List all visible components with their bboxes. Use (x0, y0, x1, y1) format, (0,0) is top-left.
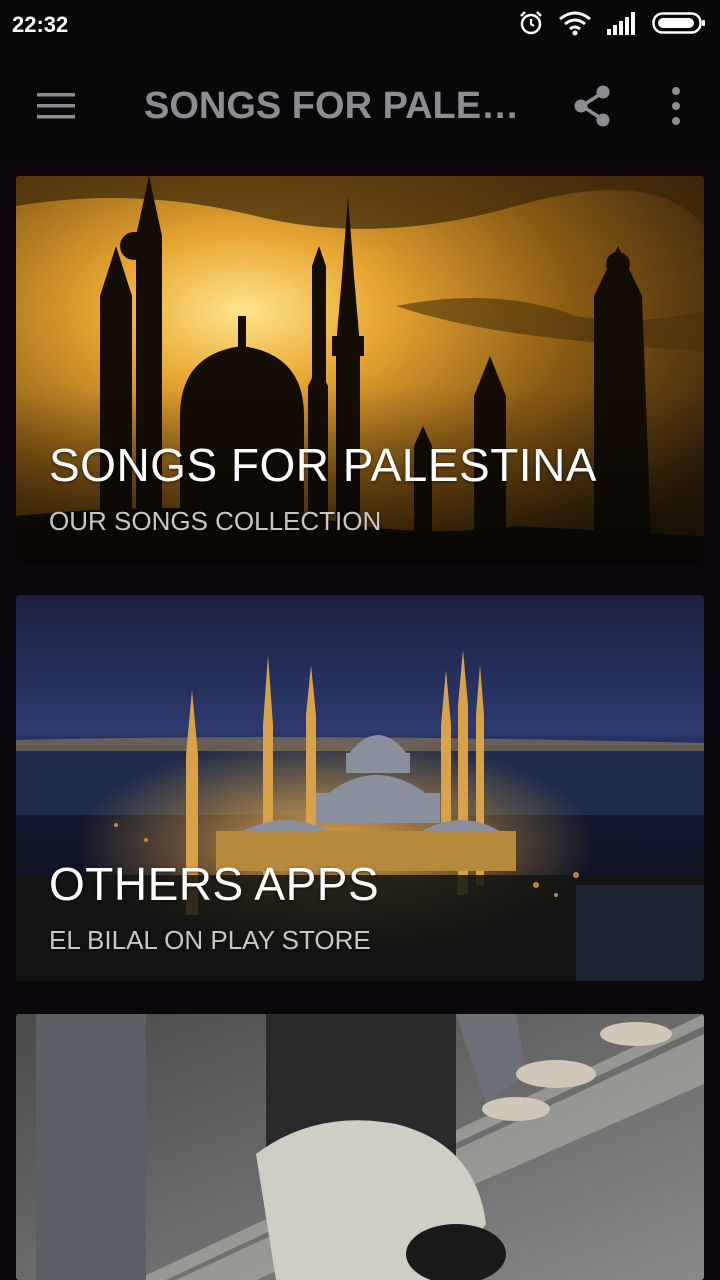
battery-icon (652, 11, 706, 40)
prayer-image (16, 1014, 704, 1280)
mosque-sunset-image (16, 176, 704, 562)
alarm-icon (518, 10, 544, 41)
card-subtitle: OUR SONGS COLLECTION (49, 506, 382, 536)
card-prayer[interactable] (16, 1014, 704, 1280)
app-bar: SONGS FOR PALES... (0, 50, 720, 162)
signal-icon (606, 11, 638, 40)
more-vert-icon (672, 87, 680, 125)
card-title: SONGS FOR PALESTINA (49, 439, 597, 491)
card-title: OTHERS APPS (49, 858, 380, 910)
menu-icon (37, 93, 75, 119)
card-songs[interactable]: SONGS FOR PALESTINA OUR SONGS COLLECTION (16, 176, 704, 562)
share-button[interactable] (566, 78, 618, 134)
card-other-apps[interactable]: OTHERS APPS EL BILAL ON PLAY STORE (16, 595, 704, 981)
card-subtitle: EL BILAL ON PLAY STORE (49, 925, 371, 955)
more-options-button[interactable] (650, 78, 702, 134)
status-time: 22:32 (12, 12, 69, 37)
menu-button[interactable] (28, 78, 84, 134)
app-title: SONGS FOR PALES... (144, 85, 534, 127)
share-icon (574, 85, 610, 127)
status-icons (518, 10, 706, 40)
status-bar: 22:32 (0, 0, 720, 50)
mosque-night-image (16, 595, 704, 981)
wifi-icon (558, 10, 592, 41)
